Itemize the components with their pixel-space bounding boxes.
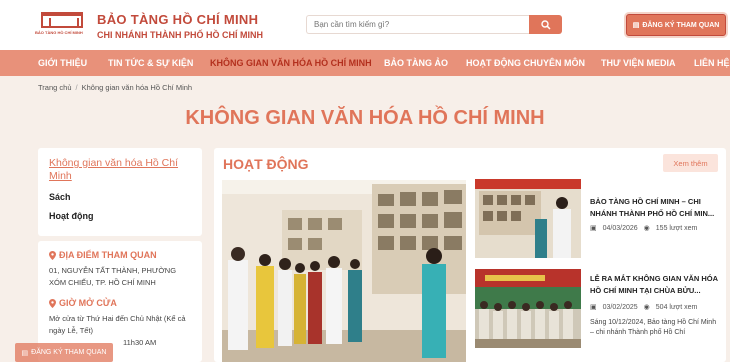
hours-text: Mở cửa từ Thứ Hai đến Chủ Nhật (Kể cả ng… xyxy=(49,314,186,335)
sidebar-item-khong-gian-van-hoa[interactable]: Không gian văn hóa Hồ Chí Minh xyxy=(49,157,191,183)
location-pin-icon xyxy=(49,250,56,260)
site-header: BẢO TÀNG HỒ CHÍ MINH BẢO TÀNG HỒ CHÍ MIN… xyxy=(0,0,730,50)
featured-photo[interactable] xyxy=(222,180,466,362)
news-photo-2 xyxy=(475,269,581,348)
activities-panel: HOẠT ĐỘNG Xem thêm BẢO TÀNG HỒ CHÍ MINH … xyxy=(214,148,726,362)
nav-item-gioi-thieu[interactable]: GIỚI THIỆU xyxy=(38,50,87,76)
hours-heading: GIỜ MỞ CỬA xyxy=(49,298,191,308)
location-pin-icon xyxy=(49,298,56,308)
breadcrumb-home[interactable]: Trang chủ xyxy=(38,83,72,92)
search-bar xyxy=(306,15,562,34)
calendar-icon: ▣ xyxy=(590,225,597,232)
news-item-2[interactable]: LỄ RA MẮT KHÔNG GIAN VĂN HÓA HỒ CHÍ MINH… xyxy=(475,269,722,362)
brand-subtitle: CHI NHÁNH THÀNH PHỐ HỒ CHÍ MINH xyxy=(97,30,263,40)
news-thumb-2[interactable] xyxy=(475,269,581,348)
nav-item-lien-he[interactable]: LIÊN HỆ xyxy=(694,50,730,76)
see-more-button[interactable]: Xem thêm xyxy=(663,154,718,172)
news-item-1[interactable]: BẢO TÀNG HỒ CHÍ MINH – CHI NHÁNH THÀNH P… xyxy=(475,179,722,259)
search-button[interactable] xyxy=(529,15,562,34)
news-title-1[interactable]: BẢO TÀNG HỒ CHÍ MINH – CHI NHÁNH THÀNH P… xyxy=(590,196,720,220)
register-visit-label: ĐĂNG KÝ THAM QUAN xyxy=(642,21,720,29)
sidebar-item-sach[interactable]: Sách xyxy=(49,192,191,202)
hours-heading-text: GIỜ MỞ CỬA xyxy=(59,298,117,308)
news-views-2: 504 lượt xem xyxy=(655,303,698,311)
news-date-1: 04/03/2026 xyxy=(602,224,638,232)
search-input[interactable] xyxy=(306,15,529,34)
main-nav: GIỚI THIỆU TIN TỨC & SỰ KIỆN KHÔNG GIAN … xyxy=(0,50,730,76)
nav-item-hoat-dong-chuyen-mon[interactable]: HOẠT ĐỘNG CHUYÊN MÔN xyxy=(466,50,585,76)
floating-register-label: ĐĂNG KÝ THAM QUAN xyxy=(31,349,107,356)
ticket-icon: ▤ xyxy=(21,349,29,357)
building-icon xyxy=(41,12,83,28)
nav-item-bao-tang-ao[interactable]: BẢO TÀNG ẢO xyxy=(384,50,448,76)
search-icon xyxy=(540,19,551,30)
logo-caption: BẢO TÀNG HỒ CHÍ MINH xyxy=(35,30,83,35)
news-title-2[interactable]: LỄ RA MẮT KHÔNG GIAN VĂN HÓA HỒ CHÍ MINH… xyxy=(590,273,720,297)
news-views-1: 155 lượt xem xyxy=(655,224,698,232)
news-photo-1 xyxy=(475,179,581,258)
floating-register-button[interactable]: ▤ ĐĂNG KÝ THAM QUAN xyxy=(15,343,113,362)
activities-title: HOẠT ĐỘNG xyxy=(223,156,309,172)
news-meta-1: ▣ 04/03/2026 ◉ 155 lượt xem xyxy=(590,224,698,233)
register-visit-button[interactable]: ▤ ĐĂNG KÝ THAM QUAN xyxy=(626,14,726,36)
news-date-2: 03/02/2025 xyxy=(602,303,638,311)
ticket-icon: ▤ xyxy=(632,22,640,29)
eye-icon: ◉ xyxy=(643,225,650,232)
exhibition-photo xyxy=(222,180,466,362)
location-heading-text: ĐỊA ĐIỂM THAM QUAN xyxy=(59,250,157,260)
calendar-icon: ▣ xyxy=(590,304,597,311)
nav-item-thu-vien-media[interactable]: THƯ VIỆN MEDIA xyxy=(601,50,675,76)
nav-item-khong-gian-van-hoa[interactable]: KHÔNG GIAN VĂN HÓA HỒ CHÍ MINH xyxy=(210,50,372,76)
museum-logo[interactable]: BẢO TÀNG HỒ CHÍ MINH xyxy=(35,10,90,40)
news-summary-2: Sáng 10/12/2024, Bảo tàng Hồ Chí Minh – … xyxy=(590,319,717,336)
eye-icon: ◉ xyxy=(643,304,650,311)
location-address: 01, NGUYỄN TẤT THÀNH, PHƯỜNG XÓM CHIẾU, … xyxy=(49,266,177,287)
location-heading: ĐỊA ĐIỂM THAM QUAN xyxy=(49,250,191,260)
page-title: KHÔNG GIAN VĂN HÓA HỒ CHÍ MINH xyxy=(185,107,545,129)
breadcrumb: Trang chủ / Không gian văn hóa Hồ Chí Minh xyxy=(38,83,192,92)
nav-item-tin-tuc[interactable]: TIN TỨC & SỰ KIỆN xyxy=(108,50,193,76)
news-meta-2: ▣ 03/02/2025 ◉ 504 lượt xem xyxy=(590,303,698,312)
brand-title[interactable]: BẢO TÀNG HỒ CHÍ MINH xyxy=(97,12,258,27)
breadcrumb-current: Không gian văn hóa Hồ Chí Minh xyxy=(81,83,193,92)
breadcrumb-separator: / xyxy=(75,83,78,92)
sidebar-menu: Không gian văn hóa Hồ Chí Minh Sách Hoạt… xyxy=(38,148,202,236)
news-thumb-1[interactable] xyxy=(475,179,581,258)
sidebar-item-hoat-dong[interactable]: Hoạt động xyxy=(49,211,191,221)
